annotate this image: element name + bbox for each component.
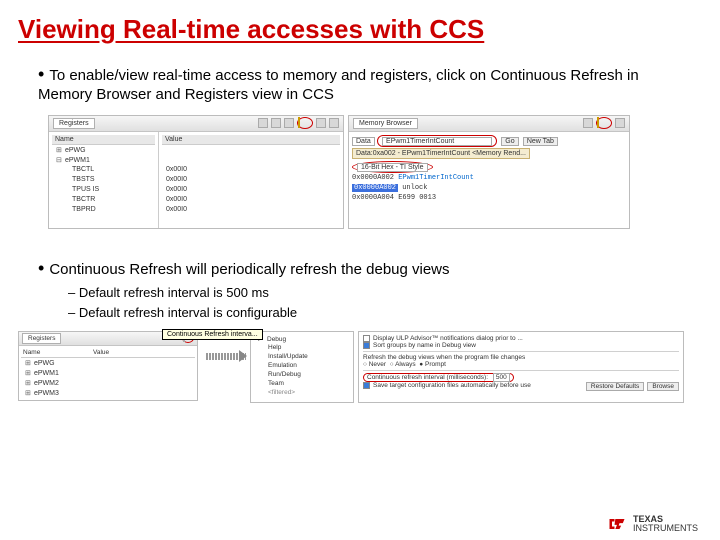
registers-body: Name ⊞ePWG ⊟ePWM1 TBCTL TBSTS TPUS IS TB… xyxy=(49,132,343,228)
prefs-tree-panel: ▸Debug Help Install/Update Emulation Run… xyxy=(250,331,354,403)
toolbar-icon[interactable] xyxy=(329,118,339,128)
prefs-body: Display ULP Advisor™ notifications dialo… xyxy=(359,332,683,402)
reg-value: 0x00I0 xyxy=(162,175,340,185)
sub-bullet-2: Default refresh interval is configurable xyxy=(68,305,690,321)
tree-item[interactable]: Help xyxy=(254,343,350,352)
registers-panel: Registers Name ⊞ePWG ⊟ePWM1 TBCTL TBSTS … xyxy=(48,115,344,229)
pref-section: Refresh the debug views when the program… xyxy=(363,354,679,361)
tree-item[interactable]: ⊞ePWG xyxy=(52,145,155,155)
tree-item[interactable]: ⊞ePWM1 xyxy=(21,368,195,378)
refresh-interval-label: Continuous refresh interval (millisecond… xyxy=(367,374,488,381)
col-header-value-2: Value xyxy=(91,348,195,358)
registers-body-2: Name Value ⊞ePWG ⊞ePWM1 ⊞ePWM2 ⊞ePWM3 xyxy=(19,346,197,400)
address-input[interactable]: EPwm1TimerIntCount xyxy=(382,137,492,146)
radio-prompt[interactable]: ● Prompt xyxy=(419,361,446,368)
tree-item[interactable]: Run/Debug xyxy=(254,370,350,379)
tree-item[interactable]: Install/Update xyxy=(254,352,350,361)
continuous-refresh-highlight xyxy=(596,117,612,129)
style-highlight: 16-Bit Hex - TI Style xyxy=(352,161,433,173)
tree-item[interactable]: ⊞ePWG xyxy=(21,358,195,368)
tree-item[interactable]: TBSTS xyxy=(52,175,155,185)
memory-path: Data:0xa002 - EPwm1TimerIntCount <Memory… xyxy=(352,148,530,159)
mem-line: 0x0000A002 EPwm1TimerIntCount xyxy=(352,173,626,183)
toolbar-icon[interactable] xyxy=(258,118,268,128)
tree-item[interactable]: ⊞ePWM3 xyxy=(21,388,195,398)
col-header-name: Name xyxy=(52,135,155,145)
continuous-refresh-icon[interactable] xyxy=(298,117,300,128)
tree-item[interactable]: TBPRD xyxy=(52,205,155,215)
registers-value-col: Value 0x00I0 0x00I0 0x00I0 0x00I0 0x00I0 xyxy=(159,132,343,228)
tree-item[interactable]: Emulation xyxy=(254,361,350,370)
pref-checkbox-1[interactable]: Display ULP Advisor™ notifications dialo… xyxy=(363,335,679,342)
prefs-panel: Display ULP Advisor™ notifications dialo… xyxy=(358,331,684,403)
tree-item[interactable]: TBCTR xyxy=(52,195,155,205)
slide-title: Viewing Real-time accesses with CCS xyxy=(0,0,720,45)
tree-item[interactable]: ⊟ePWM1 xyxy=(52,155,155,165)
toolbar-icon[interactable] xyxy=(316,118,326,128)
pref-radio-row: ○ Never ○ Always ● Prompt xyxy=(363,361,679,368)
memory-panel: Memory Browser Data EPwm1TimerIntCount G… xyxy=(348,115,630,229)
tree-item[interactable]: Team xyxy=(254,379,350,388)
bullet-list-2: Continuous Refresh will periodically ref… xyxy=(0,239,720,321)
mem-line: 0x0000A002 unlock xyxy=(352,183,626,193)
registers-toolbar: Registers xyxy=(49,116,343,132)
pref-checkbox-2[interactable]: Sort groups by name in Debug view xyxy=(363,342,679,349)
reg-value: 0x00I0 xyxy=(162,165,340,175)
registers-panel-2: Registers Name Value ⊞ePWG ⊞ePWM1 ⊞ePWM2… xyxy=(18,331,198,401)
continuous-refresh-icon[interactable] xyxy=(597,117,599,128)
newtab-button[interactable]: New Tab xyxy=(523,137,558,146)
ti-logo: TEXAS INSTRUMENTS xyxy=(607,514,698,534)
tooltip: Continuous Refresh interva... xyxy=(162,329,263,340)
toolbar-icon[interactable] xyxy=(271,118,281,128)
registers-tab[interactable]: Registers xyxy=(53,118,95,129)
browse-button[interactable]: Browse xyxy=(647,382,679,391)
radio-never[interactable]: ○ Never xyxy=(363,361,386,368)
radio-always[interactable]: ○ Always xyxy=(390,361,416,368)
sub-bullet-1: Default refresh interval is 500 ms xyxy=(68,285,690,301)
refresh-interval-input[interactable]: 500 xyxy=(493,373,510,382)
reg-value: 0x00I0 xyxy=(162,195,340,205)
toolbar-icon[interactable] xyxy=(583,118,593,128)
registers-tab-2[interactable]: Registers xyxy=(22,333,61,344)
pref-checkbox-save[interactable]: Save target configuration files automati… xyxy=(363,382,679,389)
tree-item[interactable]: ⊞ePWM2 xyxy=(21,378,195,388)
continuous-refresh-highlight xyxy=(297,117,313,129)
toolbar-icon[interactable] xyxy=(284,118,294,128)
refresh-interval-highlight: Continuous refresh interval (millisecond… xyxy=(363,373,514,382)
memory-body: Data EPwm1TimerIntCount Go New Tab Data:… xyxy=(349,132,629,228)
memory-address-row: Data EPwm1TimerIntCount Go New Tab xyxy=(352,135,626,147)
tree-item[interactable]: ▸Debug xyxy=(254,334,350,343)
style-select[interactable]: 16-Bit Hex - TI Style xyxy=(357,163,428,172)
go-button[interactable]: Go xyxy=(501,137,518,146)
col-header-name-2: Name xyxy=(21,348,91,358)
bullet-1: To enable/view real-time access to memor… xyxy=(38,63,690,105)
tree-item[interactable]: TPUS IS xyxy=(52,185,155,195)
registers-name-col: Name ⊞ePWG ⊟ePWM1 TBCTL TBSTS TPUS IS TB… xyxy=(49,132,159,228)
mem-line: 0x0000A004 E699 0013 xyxy=(352,193,626,203)
tree-item[interactable]: <filtered> xyxy=(254,388,350,397)
screenshot-row-1: Registers Name ⊞ePWG ⊟ePWM1 TBCTL TBSTS … xyxy=(0,111,720,239)
ti-logo-text: TEXAS INSTRUMENTS xyxy=(633,515,698,534)
prefs-tree: ▸Debug Help Install/Update Emulation Run… xyxy=(251,332,353,402)
restore-defaults-button[interactable]: Restore Defaults xyxy=(586,382,644,391)
col-header-value: Value xyxy=(162,135,340,145)
reg-value: 0x00I0 xyxy=(162,205,340,215)
memory-tab[interactable]: Memory Browser xyxy=(353,118,418,129)
sub-bullets: Default refresh interval is 500 ms Defau… xyxy=(38,279,690,321)
reg-value: 0x00I0 xyxy=(162,185,340,195)
address-highlight: EPwm1TimerIntCount xyxy=(377,135,497,147)
data-select[interactable]: Data xyxy=(352,137,375,146)
memory-toolbar: Memory Browser xyxy=(349,116,629,132)
bullet-list: To enable/view real-time access to memor… xyxy=(0,45,720,105)
arrow-icon xyxy=(206,353,246,360)
bullet-2: Continuous Refresh will periodically ref… xyxy=(38,257,690,321)
tree-item[interactable]: TBCTL xyxy=(52,165,155,175)
ti-chip-icon xyxy=(607,514,627,534)
toolbar-icon[interactable] xyxy=(615,118,625,128)
screenshot-row-2: Registers Name Value ⊞ePWG ⊞ePWM1 ⊞ePWM2… xyxy=(0,327,720,403)
